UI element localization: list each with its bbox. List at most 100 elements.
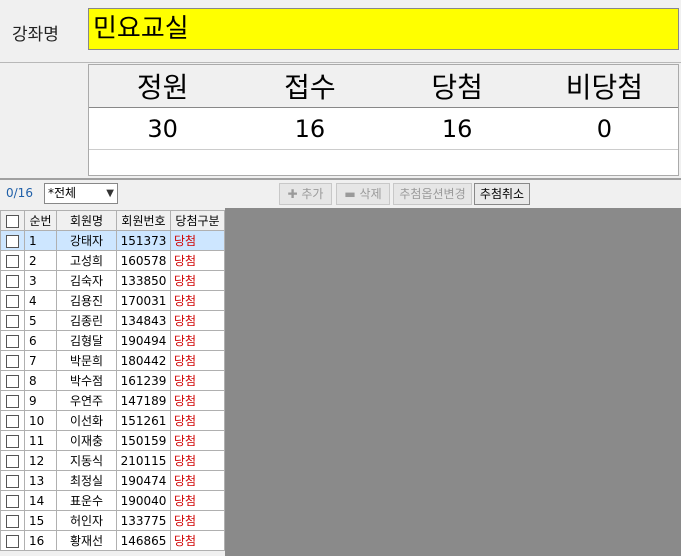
column-header-member-no[interactable]: 회원번호 [116,210,171,231]
draw-result: 당첨 [170,490,225,511]
row-checkbox[interactable] [0,330,25,351]
table-row[interactable]: 13 최정실 190474 당첨 [0,470,225,491]
member-number: 160578 [116,250,171,271]
table-row[interactable]: 8 박수점 161239 당첨 [0,370,225,391]
stat-value-received: 16 [294,115,326,143]
table-row[interactable]: 10 이선화 151261 당첨 [0,410,225,431]
member-number: 190040 [116,490,171,511]
stat-header-not-won: 비당첨 [565,71,644,104]
delete-button[interactable]: ▬ 삭제 [336,183,390,205]
row-number: 16 [24,530,57,551]
member-number: 210115 [116,450,171,471]
course-name-field[interactable]: 민요교실 [88,8,679,50]
row-number: 4 [24,290,57,311]
member-name: 김용진 [56,290,117,311]
member-number: 134843 [116,310,171,331]
row-checkbox[interactable] [0,390,25,411]
add-button-label: 추가 [301,187,324,201]
member-name: 김형달 [56,330,117,351]
stat-header-received: 접수 [284,71,336,104]
table-row[interactable]: 6 김형달 190494 당첨 [0,330,225,351]
draw-result: 당첨 [170,450,225,471]
filter-select[interactable]: *전체 ▼ [44,183,118,204]
member-number: 190474 [116,470,171,491]
member-name: 박문희 [56,350,117,371]
table-row[interactable]: 11 이재충 150159 당첨 [0,430,225,451]
member-name: 황재선 [56,530,117,551]
add-button[interactable]: ✚ 추가 [279,183,332,205]
plus-icon: ✚ [287,187,298,201]
member-name: 이선화 [56,410,117,431]
row-number: 12 [24,450,57,471]
column-header-result[interactable]: 당첨구분 [170,210,225,231]
member-name: 박수점 [56,370,117,391]
member-name: 우연주 [56,390,117,411]
member-number: 180442 [116,350,171,371]
member-name: 최정실 [56,470,117,491]
row-checkbox[interactable] [0,470,25,491]
cancel-draw-button[interactable]: 추첨취소 [474,183,530,205]
draw-result: 당첨 [170,230,225,251]
filter-value: *전체 [48,186,77,200]
member-number: 150159 [116,430,171,451]
stat-value-capacity: 30 [147,115,178,143]
draw-result: 당첨 [170,350,225,371]
chevron-down-icon: ▼ [106,188,114,199]
table-row[interactable]: 7 박문희 180442 당첨 [0,350,225,371]
row-checkbox[interactable] [0,310,25,331]
row-number: 6 [24,330,57,351]
table-row[interactable]: 16 황재선 146865 당첨 [0,530,225,551]
row-checkbox[interactable] [0,410,25,431]
row-checkbox[interactable] [0,450,25,471]
draw-result: 당첨 [170,410,225,431]
member-number: 133850 [116,270,171,291]
table-row[interactable]: 14 표운수 190040 당첨 [0,490,225,511]
member-number: 190494 [116,330,171,351]
stat-header-capacity: 정원 [136,71,189,104]
row-checkbox[interactable] [0,290,25,311]
table-row[interactable]: 9 우연주 147189 당첨 [0,390,225,411]
column-header-no[interactable]: 순번 [24,210,57,231]
stats-value-row: 30 16 16 0 [89,108,678,150]
row-checkbox[interactable] [0,370,25,391]
row-number: 7 [24,350,57,371]
table-row[interactable]: 4 김용진 170031 당첨 [0,290,225,311]
row-checkbox[interactable] [0,270,25,291]
stat-value-won: 16 [441,115,473,143]
row-number: 2 [24,250,57,271]
member-number: 133775 [116,510,171,531]
row-checkbox[interactable] [0,250,25,271]
row-checkbox[interactable] [0,510,25,531]
column-header-name[interactable]: 회원명 [56,210,117,231]
member-number: 151261 [116,410,171,431]
table-row[interactable]: 3 김숙자 133850 당첨 [0,270,225,291]
delete-button-label: 삭제 [359,187,382,201]
table-header-row: 순번 회원명 회원번호 당첨구분 [0,210,225,231]
divider [0,62,681,63]
member-number: 151373 [116,230,171,251]
row-checkbox[interactable] [0,530,25,551]
divider [0,178,681,180]
row-number: 9 [24,390,57,411]
draw-result: 당첨 [170,290,225,311]
row-number: 1 [24,230,57,251]
table-row[interactable]: 15 허인자 133775 당첨 [0,510,225,531]
select-all-checkbox[interactable] [0,210,25,231]
table-row[interactable]: 5 김종린 134843 당첨 [0,310,225,331]
draw-result: 당첨 [170,370,225,391]
row-checkbox[interactable] [0,430,25,451]
table-row[interactable]: 2 고성희 160578 당첨 [0,250,225,271]
table-row[interactable]: 12 지동식 210115 당첨 [0,450,225,471]
row-checkbox[interactable] [0,490,25,511]
table-row[interactable]: 1 강태자 151373 당첨 [0,230,225,251]
row-checkbox[interactable] [0,230,25,251]
draw-result: 당첨 [170,530,225,551]
member-name: 지동식 [56,450,117,471]
stat-header-won: 당첨 [431,71,483,104]
row-checkbox[interactable] [0,350,25,371]
change-draw-option-button[interactable]: 추첨옵션변경 [393,183,472,205]
change-draw-option-label: 추첨옵션변경 [399,187,466,201]
course-label: 강좌명 [12,25,59,45]
row-number: 5 [24,310,57,331]
member-table: 순번 회원명 회원번호 당첨구분 1 강태자 151373 당첨 2 고성희 160578 당… [0,210,225,551]
